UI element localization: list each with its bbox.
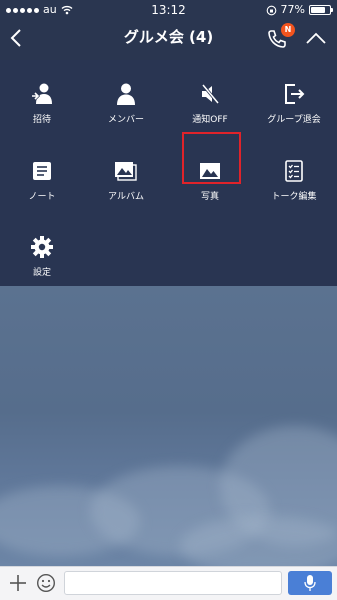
- chevron-up-icon[interactable]: [304, 30, 328, 46]
- status-right: 77%: [266, 0, 333, 20]
- status-bar: au 13:12 77%: [0, 0, 337, 20]
- menu-item-label: 招待: [32, 115, 51, 125]
- menu-item-label: 設定: [32, 268, 51, 278]
- menu-item-label: グループ退会: [267, 115, 321, 125]
- speaker-mute-icon: [201, 84, 220, 104]
- battery-fill: [311, 7, 325, 13]
- menu-item-edit-talk[interactable]: トーク編集: [252, 147, 336, 217]
- menu-item-label: 通知OFF: [192, 115, 228, 125]
- menu-item-label: 写真: [200, 192, 219, 202]
- voice-message-button[interactable]: [288, 571, 332, 595]
- menu-item-label: アルバム: [108, 192, 144, 202]
- highlight-box: [182, 132, 241, 184]
- battery-icon: [309, 5, 333, 15]
- menu-item-label: ノート: [28, 192, 56, 202]
- menu-item-leave-group[interactable]: グループ退会: [252, 70, 336, 140]
- menu-item-note[interactable]: ノート: [0, 147, 84, 217]
- album-icon: [115, 162, 137, 181]
- note-icon: [33, 162, 51, 180]
- message-input-bar: [0, 566, 337, 600]
- emoji-icon[interactable]: [36, 573, 56, 593]
- menu-item-label: トーク編集: [271, 192, 317, 202]
- menu-item-members[interactable]: メンバー: [84, 70, 168, 140]
- menu-item-notification-off[interactable]: 通知OFF: [168, 70, 252, 140]
- edit-talk-icon: [285, 160, 303, 182]
- member-icon: [117, 83, 135, 105]
- orientation-lock-icon: [266, 5, 276, 15]
- plus-icon[interactable]: [8, 573, 28, 593]
- menu-item-album[interactable]: アルバム: [84, 147, 168, 217]
- battery-percent: 77%: [280, 3, 305, 16]
- exit-group-icon: [285, 84, 305, 104]
- menu-item-invite[interactable]: 招待: [0, 70, 84, 140]
- chat-header: グルメ会 (4) N: [0, 20, 337, 60]
- menu-item-label: メンバー: [107, 115, 144, 125]
- group-menu-panel: 招待 メンバー 通知OFF グループ退会 ノート アルバム 写真 トーク編集 設…: [0, 60, 337, 286]
- message-input[interactable]: [64, 571, 282, 595]
- menu-item-settings[interactable]: 設定: [0, 223, 84, 293]
- chat-background: [0, 286, 337, 566]
- invite-user-icon: [32, 83, 52, 104]
- notification-badge: N: [281, 23, 295, 37]
- gear-icon: [31, 236, 53, 258]
- microphone-icon: [304, 575, 316, 591]
